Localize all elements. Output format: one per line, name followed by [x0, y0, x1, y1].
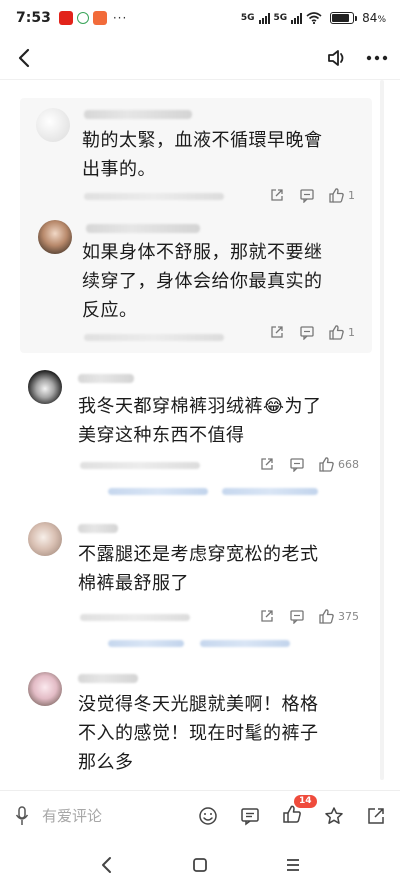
comment-icon[interactable]: [296, 322, 318, 342]
reply-actions: 1: [266, 185, 355, 205]
scrollbar[interactable]: [380, 80, 384, 780]
like-button[interactable]: 668: [318, 456, 359, 472]
comment-actions: 375: [256, 606, 359, 626]
network-label-1: 5G: [240, 13, 255, 23]
comments-list[interactable]: 勒的太緊，血液不循環早晚會 出事的。 1 如果身体不舒服，那就不要继 续穿了，身…: [0, 80, 400, 790]
share-icon[interactable]: [366, 806, 386, 826]
thumbs-up-icon: [319, 609, 334, 624]
avatar[interactable]: [28, 522, 62, 556]
comment-item: 不露腿还是考虑穿宽松的老式 棉裤最舒服了 375: [0, 516, 380, 656]
comment-input[interactable]: 有爱评论: [14, 805, 154, 827]
more-icon[interactable]: [366, 54, 388, 62]
battery-icon: [330, 12, 358, 24]
comment-meta-blurred: [80, 462, 200, 469]
sub-replies-blurred[interactable]: [108, 640, 184, 647]
replies-block: 勒的太緊，血液不循環早晚會 出事的。 1 如果身体不舒服，那就不要继 续穿了，身…: [20, 98, 372, 353]
menu-icon[interactable]: [285, 857, 301, 873]
username-blurred[interactable]: [86, 224, 200, 233]
share-icon[interactable]: [266, 185, 288, 205]
reply-text: 勒的太緊，血液不循環早晚會 出事的。: [82, 130, 323, 180]
comment-icon[interactable]: [240, 806, 260, 826]
share-icon[interactable]: [266, 322, 288, 342]
sub-replies-blurred[interactable]: [108, 488, 208, 495]
circle-app-icon: [76, 12, 89, 24]
comment-placeholder[interactable]: 有爱评论: [42, 805, 102, 826]
avatar[interactable]: [38, 220, 72, 254]
comment-icon[interactable]: [286, 606, 308, 626]
signal-icon: [258, 12, 270, 24]
emoji-icon[interactable]: [198, 806, 218, 826]
back-icon[interactable]: [99, 856, 115, 874]
comment-text: 没觉得冬天光腿就美啊！格格 不入的感觉！现在时髦的裤子 那么多: [78, 694, 319, 773]
network-label-2: 5G: [273, 13, 288, 23]
comment-icon[interactable]: [296, 185, 318, 205]
shopping-app-icon: [92, 11, 107, 25]
status-app-icons: ···: [58, 11, 128, 25]
comment-text: 我冬天都穿棉裤羽绒裤😂为了 美穿这种东西不值得: [78, 396, 322, 446]
top-nav-bar: [0, 36, 400, 80]
thumbs-up-icon: [329, 188, 344, 203]
username-blurred[interactable]: [78, 374, 134, 383]
like-count: 1: [348, 188, 355, 202]
speaker-icon[interactable]: [326, 48, 348, 68]
status-time: 7:53: [16, 10, 51, 26]
thumbs-up-icon: [319, 457, 334, 472]
comment-item: 没觉得冬天光腿就美啊！格格 不入的感觉！现在时髦的裤子 那么多: [0, 666, 380, 790]
comment-bar: 有爱评论 14: [0, 790, 400, 840]
reply-meta-blurred: [84, 334, 224, 341]
comment-bar-actions: 14: [198, 794, 386, 828]
comment-text: 不露腿还是考虑穿宽松的老式 棉裤最舒服了: [78, 544, 319, 594]
reply-text: 如果身体不舒服，那就不要继 续穿了，身体会给你最真实的 反应。: [82, 242, 323, 321]
battery-level: 84%: [362, 11, 386, 25]
status-bar: 7:53 ··· 5G 5G 84%: [0, 0, 400, 36]
signal-icon: [291, 12, 303, 24]
home-icon[interactable]: [192, 857, 208, 873]
comment-icon[interactable]: [286, 454, 308, 474]
reply-item: 如果身体不舒服，那就不要继 续穿了，身体会给你最真实的 反应。 1: [20, 216, 372, 356]
like-button[interactable]: 14: [282, 794, 317, 828]
username-blurred[interactable]: [78, 524, 118, 533]
sub-replies-blurred[interactable]: [200, 640, 290, 647]
comment-actions: 668: [256, 454, 359, 474]
like-button[interactable]: 375: [318, 608, 359, 624]
microphone-icon[interactable]: [14, 805, 30, 827]
username-blurred[interactable]: [84, 110, 192, 119]
sub-replies-blurred[interactable]: [222, 488, 318, 495]
reply-meta-blurred: [84, 193, 224, 200]
avatar[interactable]: [36, 108, 70, 142]
like-count: 1: [348, 325, 355, 339]
like-count: 375: [338, 609, 359, 623]
wifi-icon: [306, 12, 322, 24]
thumbs-up-icon: [329, 325, 344, 340]
reply-actions: 1: [266, 322, 355, 342]
chevron-left-icon[interactable]: [14, 47, 36, 69]
like-button[interactable]: 1: [328, 324, 355, 340]
news-app-icon: [58, 11, 73, 25]
username-blurred[interactable]: [78, 674, 138, 683]
share-icon[interactable]: [256, 454, 278, 474]
system-nav-bar: [0, 840, 400, 889]
more-notifications-icon: ···: [112, 11, 128, 25]
comment-item: 我冬天都穿棉裤羽绒裤😂为了 美穿这种东西不值得 668: [0, 364, 380, 504]
comment-meta-blurred: [80, 614, 190, 621]
share-icon[interactable]: [256, 606, 278, 626]
like-button[interactable]: 1: [328, 187, 355, 203]
star-icon[interactable]: [324, 806, 344, 826]
reply-item: 勒的太緊，血液不循環早晚會 出事的。 1: [20, 98, 372, 218]
avatar[interactable]: [28, 672, 62, 706]
like-count-badge: 14: [294, 794, 317, 808]
avatar[interactable]: [28, 370, 62, 404]
like-count: 668: [338, 457, 359, 471]
status-indicators: 5G 5G 84%: [241, 11, 386, 25]
